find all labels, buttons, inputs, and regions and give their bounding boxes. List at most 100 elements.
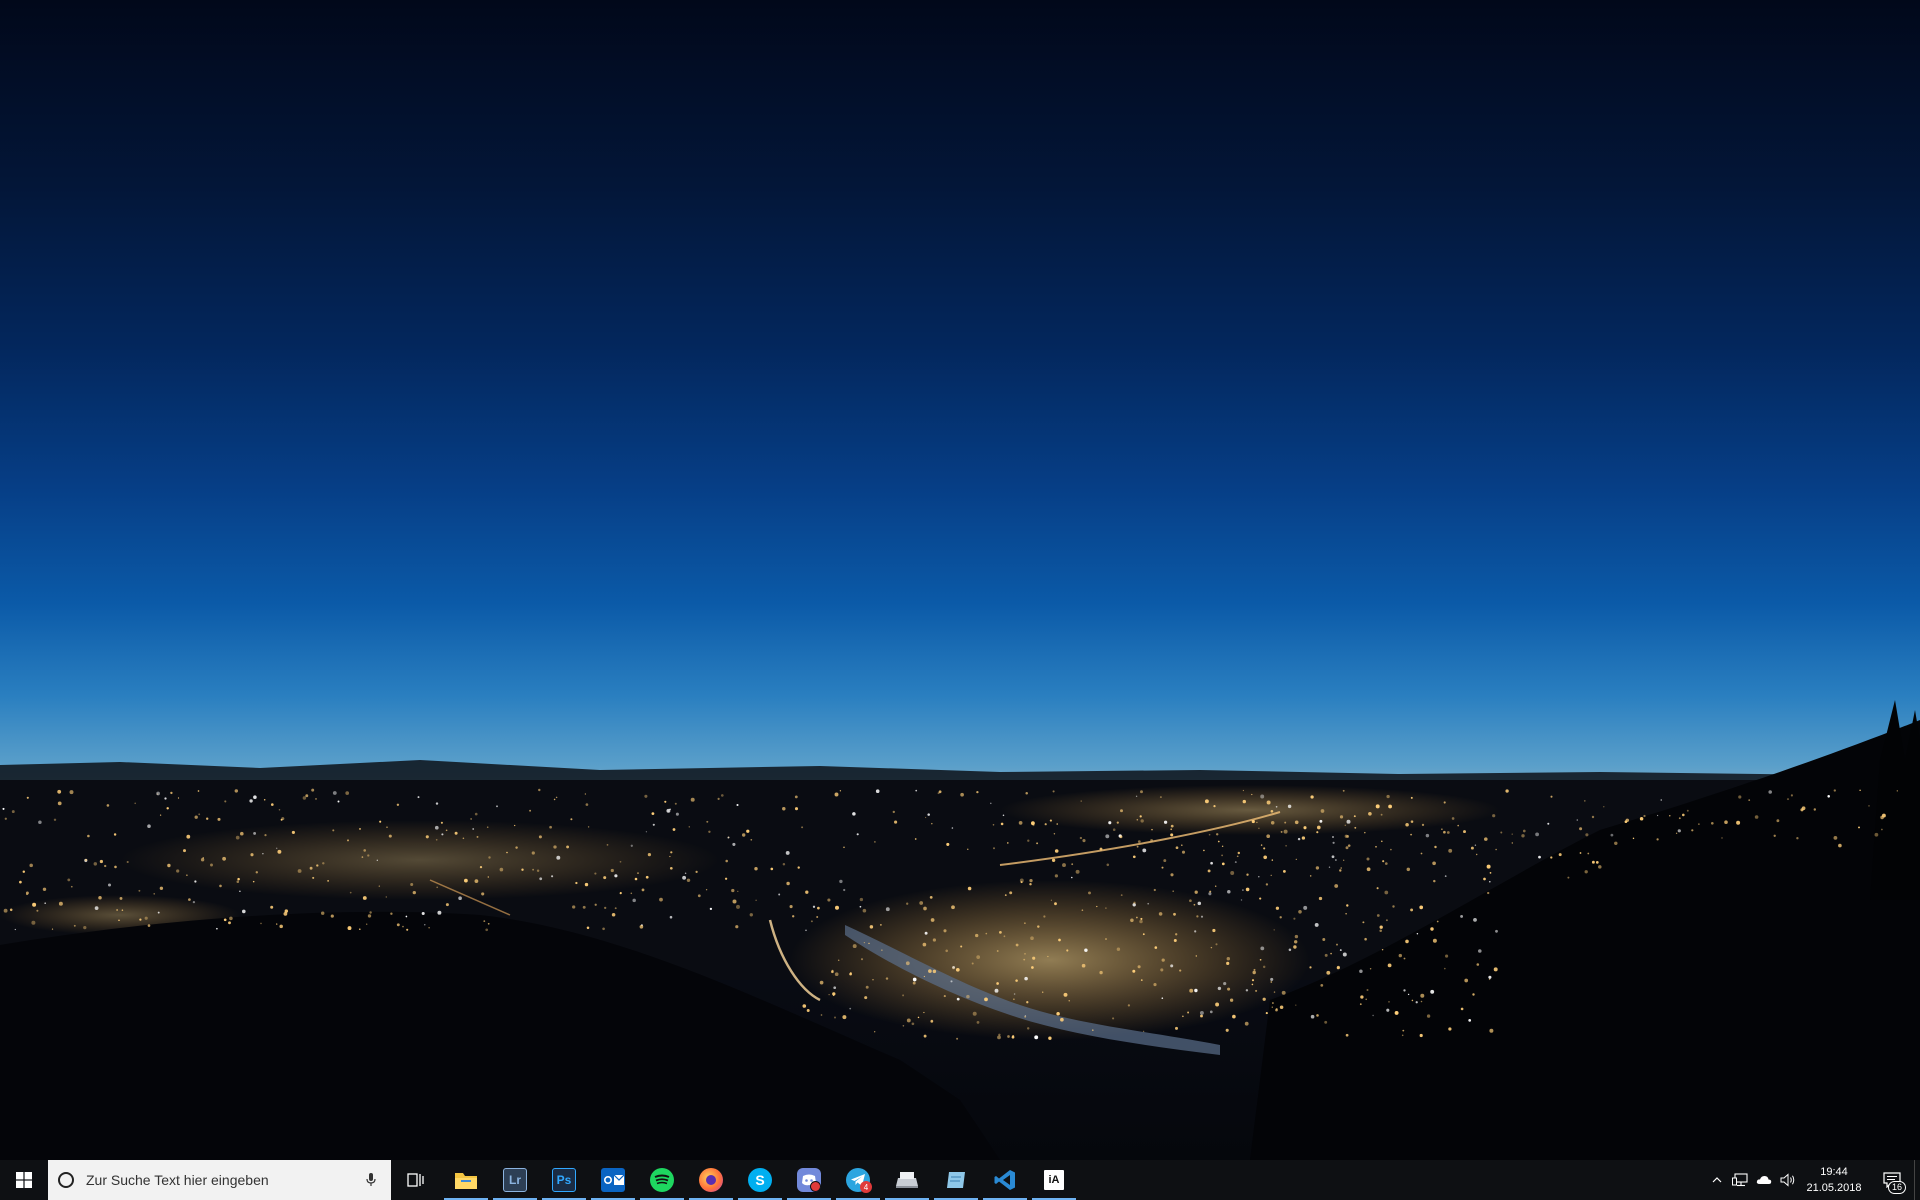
taskbar-app-lightroom[interactable]: Lr xyxy=(491,1160,539,1200)
city-light xyxy=(14,928,16,931)
city-light xyxy=(1342,789,1345,792)
city-light xyxy=(362,896,367,900)
city-light xyxy=(1060,1017,1064,1022)
city-light xyxy=(1099,970,1103,975)
city-light xyxy=(750,838,753,841)
city-light xyxy=(1266,800,1271,805)
city-light xyxy=(1639,816,1644,821)
network-tray-button[interactable] xyxy=(1729,1160,1751,1200)
clock[interactable]: 19:44 21.05.2018 xyxy=(1800,1160,1868,1200)
taskbar-app-vscode[interactable] xyxy=(981,1160,1029,1200)
city-light xyxy=(1411,821,1413,823)
city-light xyxy=(641,888,645,892)
city-light xyxy=(686,878,691,883)
microphone-icon[interactable] xyxy=(359,1173,383,1187)
city-light xyxy=(956,1037,959,1040)
city-light xyxy=(594,872,597,875)
city-night-scene xyxy=(0,700,1920,1160)
taskbar-app-telegram[interactable]: 4 xyxy=(834,1160,882,1200)
city-light xyxy=(445,903,449,907)
city-light xyxy=(839,879,843,884)
city-light xyxy=(1896,790,1898,792)
city-light xyxy=(194,815,198,819)
city-light xyxy=(732,842,736,846)
taskbar-app-notepad[interactable] xyxy=(932,1160,980,1200)
city-light xyxy=(26,893,28,896)
city-light xyxy=(1433,879,1436,883)
city-light xyxy=(1197,901,1202,906)
taskbar-app-spotify[interactable] xyxy=(638,1160,686,1200)
city-light xyxy=(1309,875,1312,877)
search-box[interactable]: Zur Suche Text hier eingeben xyxy=(48,1160,391,1200)
city-light xyxy=(1270,821,1275,825)
city-light xyxy=(1242,889,1244,891)
city-light xyxy=(1385,862,1388,865)
taskbar: Zur Suche Text hier eingeben Lr Ps S 4 i… xyxy=(0,1160,1920,1200)
taskbar-app-discord[interactable] xyxy=(785,1160,833,1200)
taskbar-app-skype[interactable]: S xyxy=(736,1160,784,1200)
city-light xyxy=(234,789,239,793)
folder-icon xyxy=(454,1168,478,1192)
city-light xyxy=(1208,892,1212,896)
city-light xyxy=(906,1018,911,1023)
city-light xyxy=(575,881,578,885)
taskbar-app-scanner[interactable] xyxy=(883,1160,931,1200)
city-light xyxy=(1444,967,1446,970)
show-hidden-icons-button[interactable] xyxy=(1706,1160,1728,1200)
city-light xyxy=(1669,815,1671,817)
city-light xyxy=(984,997,988,1002)
city-light xyxy=(584,793,587,795)
taskbar-app-firefox[interactable] xyxy=(687,1160,735,1200)
city-light xyxy=(594,903,597,906)
city-light xyxy=(684,872,687,874)
city-light xyxy=(1786,798,1790,801)
city-light xyxy=(69,790,74,795)
city-light xyxy=(1585,833,1589,837)
taskbar-app-outlook[interactable] xyxy=(589,1160,637,1200)
city-light xyxy=(930,918,935,922)
city-light xyxy=(670,851,673,854)
city-light xyxy=(1470,846,1474,850)
city-light xyxy=(1316,1014,1319,1017)
city-light xyxy=(724,877,728,880)
volume-tray-button[interactable] xyxy=(1777,1160,1799,1200)
show-desktop-button[interactable] xyxy=(1914,1160,1920,1200)
city-light xyxy=(1411,999,1414,1002)
city-light xyxy=(639,924,644,929)
start-button[interactable] xyxy=(0,1160,48,1200)
city-light xyxy=(1330,952,1332,955)
city-light xyxy=(1259,958,1262,961)
city-light xyxy=(197,790,200,792)
city-light xyxy=(94,906,99,910)
city-light xyxy=(731,888,735,893)
action-center-button[interactable]: 16 xyxy=(1872,1160,1912,1200)
city-light xyxy=(87,834,90,838)
taskbar-app-ia-writer[interactable]: iA xyxy=(1030,1160,1078,1200)
city-light xyxy=(436,886,439,889)
city-light xyxy=(782,806,786,811)
city-light xyxy=(717,797,720,801)
task-view-button[interactable] xyxy=(396,1160,436,1200)
city-light xyxy=(1032,956,1036,960)
city-light xyxy=(843,846,845,849)
city-light xyxy=(107,883,112,887)
city-light xyxy=(1415,1001,1418,1004)
city-light xyxy=(1215,833,1219,836)
taskbar-app-file-explorer[interactable] xyxy=(442,1160,490,1200)
city-light xyxy=(1328,866,1331,868)
taskbar-app-photoshop[interactable]: Ps xyxy=(540,1160,588,1200)
city-light xyxy=(864,996,868,1000)
city-light xyxy=(708,830,711,833)
city-light xyxy=(1140,790,1143,794)
city-light xyxy=(1859,789,1861,792)
city-light xyxy=(114,865,117,869)
city-light xyxy=(1009,891,1013,895)
city-light xyxy=(834,792,839,797)
city-light xyxy=(1132,969,1136,973)
city-light xyxy=(239,890,241,892)
city-light xyxy=(345,791,350,795)
onedrive-tray-button[interactable] xyxy=(1752,1160,1776,1200)
city-light xyxy=(1410,908,1414,912)
city-light xyxy=(311,788,315,792)
city-light xyxy=(669,915,673,919)
